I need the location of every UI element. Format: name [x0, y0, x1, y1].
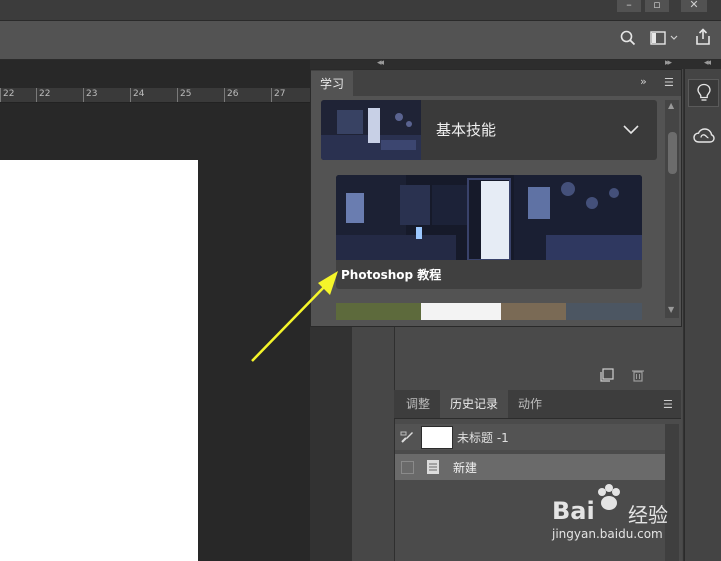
history-brush-icon[interactable] — [400, 430, 414, 444]
annotation-arrow — [251, 271, 338, 362]
scroll-down-icon[interactable]: ▼ — [668, 305, 674, 314]
ruler-tick — [177, 88, 178, 102]
horizontal-ruler: 22 22 23 24 25 26 27 — [0, 88, 310, 103]
history-state-label: 新建 — [453, 461, 478, 475]
minimize-icon: – — [626, 0, 632, 11]
lightbulb-icon — [696, 83, 711, 101]
minimize-button[interactable]: – — [617, 0, 641, 12]
section-title: 基本技能 — [436, 121, 497, 139]
new-item-icon — [600, 368, 614, 382]
basic-skills-section[interactable]: 基本技能 — [321, 100, 657, 160]
chevron-down-icon[interactable] — [623, 125, 639, 135]
ruler-tick-label: 24 — [133, 89, 145, 99]
tutorial-title: Photoshop 教程 — [341, 268, 442, 282]
scrollbar-thumb[interactable] — [668, 132, 677, 174]
libraries-panel-button[interactable] — [688, 122, 719, 150]
scroll-up-icon[interactable]: ▲ — [668, 101, 674, 110]
learn-panel-menu-icon[interactable]: ☰ — [664, 76, 674, 89]
document-icon — [427, 460, 439, 474]
tutorial-thumbnail-2 — [336, 303, 642, 320]
collapse-strip-icon[interactable]: ◂◂ — [704, 58, 711, 68]
new-library-button[interactable] — [600, 367, 616, 382]
ruler-tick-label: 26 — [227, 89, 239, 99]
trash-icon — [632, 370, 644, 382]
tab-learn[interactable]: 学习 — [311, 71, 353, 97]
ruler-tick — [271, 88, 272, 102]
restore-button[interactable]: ▫ — [645, 0, 669, 12]
delete-button[interactable] — [631, 367, 647, 382]
snapshot-label: 未标题 -1 — [457, 431, 509, 445]
learn-panel-button[interactable] — [688, 79, 719, 107]
window-title-bar — [0, 0, 721, 21]
learn-panel-tabbar — [311, 70, 681, 96]
workspace-icon — [650, 31, 678, 45]
ruler-tick — [83, 88, 84, 102]
restore-icon: ▫ — [653, 0, 661, 11]
ruler-tick-label: 23 — [86, 89, 98, 99]
ruler-tick — [130, 88, 131, 102]
options-bar — [0, 21, 721, 60]
tab-history[interactable]: 历史记录 — [440, 390, 508, 418]
panel-dock-header — [310, 60, 684, 69]
creative-cloud-icon — [692, 128, 715, 143]
history-snapshot-row[interactable]: 未标题 -1 — [395, 424, 665, 450]
ruler-tick — [36, 88, 37, 102]
search-icon — [620, 30, 636, 46]
watermark-brand-suffix: 经验 — [628, 503, 668, 527]
ruler-tick-label: 22 — [3, 89, 15, 99]
watermark-url: jingyan.baidu.com — [552, 527, 663, 541]
icon-dock-header — [684, 60, 721, 69]
expand-panel-icon[interactable]: ›› — [640, 75, 647, 88]
ruler-tick — [224, 88, 225, 102]
ruler-tick — [0, 88, 1, 102]
ruler-tick-label: 27 — [274, 89, 286, 99]
share-button[interactable] — [694, 28, 712, 50]
search-button[interactable] — [620, 30, 636, 50]
paw-logo-icon — [598, 484, 620, 510]
watermark-brand: Bai — [552, 497, 595, 525]
tab-adjustments[interactable]: 调整 — [396, 390, 440, 418]
tutorial-thumbnail — [336, 175, 642, 260]
snapshot-thumbnail — [421, 426, 453, 449]
panel-menu-icon[interactable]: ☰ — [663, 398, 673, 411]
collapse-dock-icon[interactable]: ◂◂ — [377, 58, 384, 68]
expand-dock-icon[interactable]: ▸▸ — [665, 58, 672, 68]
document-canvas[interactable] — [0, 160, 198, 561]
section-thumbnail — [321, 100, 421, 160]
tutorial-card-2[interactable] — [336, 303, 642, 320]
close-button[interactable]: ✕ — [681, 0, 707, 12]
tutorial-card[interactable]: Photoshop 教程 — [336, 175, 642, 289]
history-state-row[interactable]: 新建 — [395, 454, 665, 480]
ruler-tick-label: 22 — [39, 89, 51, 99]
close-icon: ✕ — [689, 0, 699, 11]
workspace-switcher[interactable] — [650, 30, 680, 50]
ruler-tick-label: 25 — [180, 89, 192, 99]
source-checkbox[interactable] — [401, 461, 414, 474]
watermark: Bai 经验 jingyan.baidu.com — [552, 483, 692, 543]
share-icon — [696, 28, 710, 45]
tab-actions[interactable]: 动作 — [508, 390, 552, 418]
